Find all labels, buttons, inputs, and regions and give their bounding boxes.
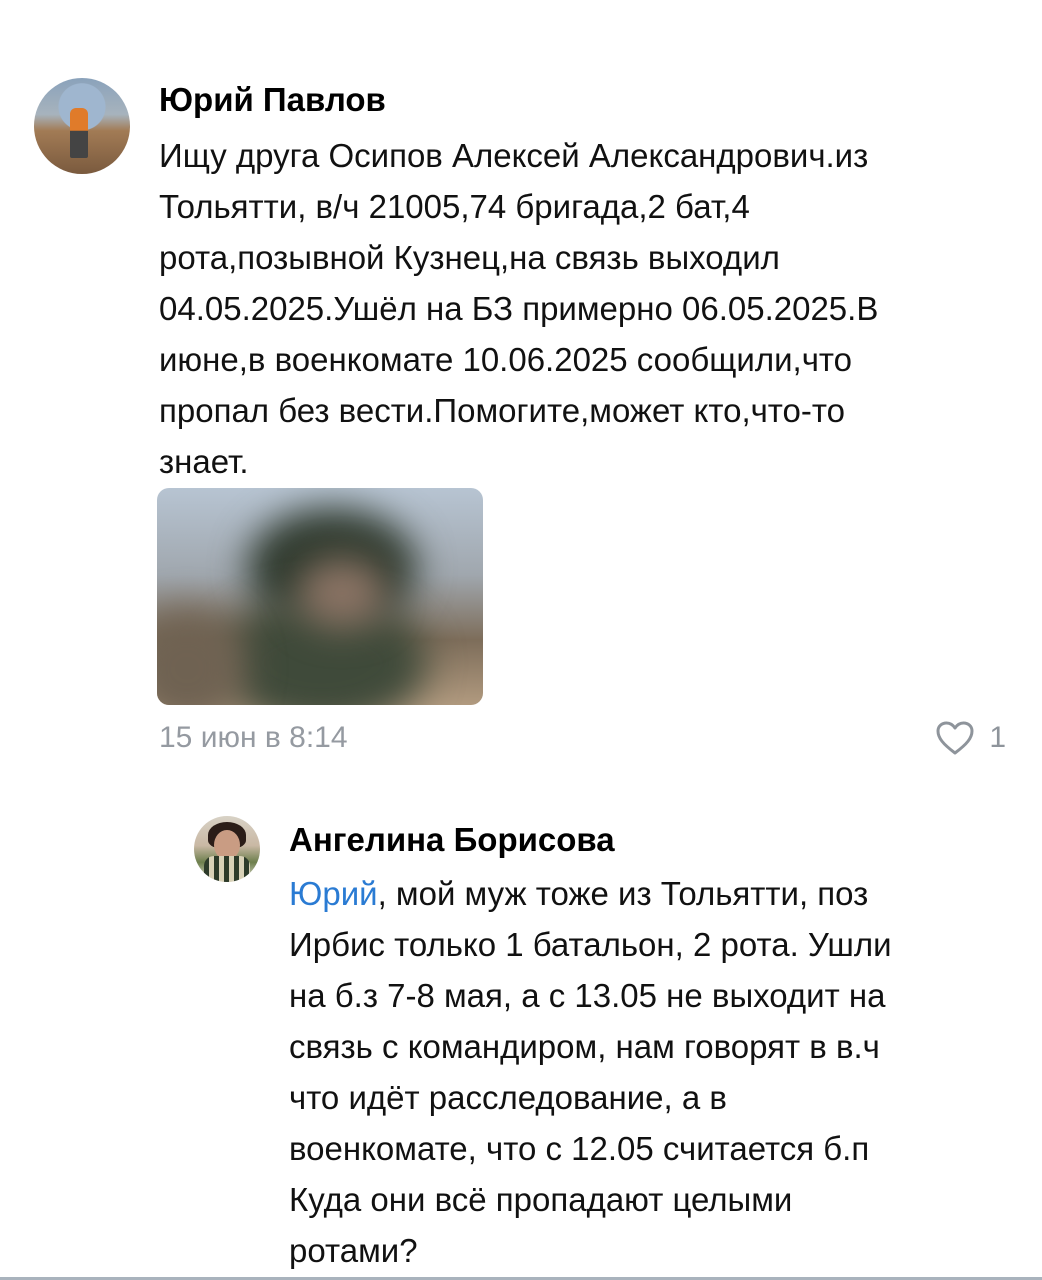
comment-text-line: Юрий, мой муж тоже из Тольятти, поз	[289, 868, 1004, 919]
comment-text: Юрий, мой муж тоже из Тольятти, поз Ирби…	[289, 868, 1004, 1276]
comment-text-line: Тольятти, в/ч 21005,74 бригада,2 бат,4	[159, 188, 750, 225]
photo-blur-region	[297, 558, 387, 628]
comment-text-line: июне,в военкомате 10.06.2025 сообщили,чт…	[159, 341, 852, 378]
attached-photo[interactable]	[157, 488, 483, 705]
comment-text-line: Ирбис только 1 батальон, 2 рота. Ушли	[289, 926, 892, 963]
comment-text-line: Куда они всё пропадают целыми	[289, 1181, 793, 1218]
comment-text-line: пропал без вести.Помогите,может кто,что-…	[159, 392, 845, 429]
comment-text-line: Ищу друга Осипов Алексей Александрович.и…	[159, 137, 869, 174]
like-button[interactable]: 1	[935, 718, 1006, 758]
comment-timestamp[interactable]: 15 июн в 8:14	[159, 720, 348, 756]
comment-text-line: связь с командиром, нам говорят в в.ч	[289, 1028, 880, 1065]
comment-author[interactable]: Ангелина Борисова	[289, 820, 615, 860]
comment-author[interactable]: Юрий Павлов	[159, 80, 386, 120]
comment-text-line: рота,позывной Кузнец,на связь выходил	[159, 239, 780, 276]
mention-link[interactable]: Юрий	[289, 875, 378, 912]
avatar[interactable]	[34, 78, 130, 174]
photo-blur-region	[157, 608, 247, 705]
heart-outline-icon	[935, 720, 975, 756]
comment-text-fragment: , мой муж тоже из Тольятти, поз	[377, 875, 869, 912]
avatar[interactable]	[194, 816, 260, 882]
comment-text-line: ротами?	[289, 1232, 418, 1269]
comment-text-line: военкомате, что с 12.05 считается б.п	[289, 1130, 870, 1167]
comment-text-line: знает.	[159, 443, 249, 480]
avatar-figure	[70, 108, 88, 158]
comment-text-line: на б.з 7-8 мая, а с 13.05 не выходит на	[289, 977, 886, 1014]
comment-text-line: 04.05.2025.Ушёл на БЗ примерно 06.05.202…	[159, 290, 879, 327]
like-count: 1	[989, 721, 1006, 754]
avatar-body	[204, 856, 250, 882]
comment-text-line: что идёт расследование, а в	[289, 1079, 727, 1116]
comment-text: Ищу друга Осипов Алексей Александрович.и…	[159, 130, 1019, 487]
